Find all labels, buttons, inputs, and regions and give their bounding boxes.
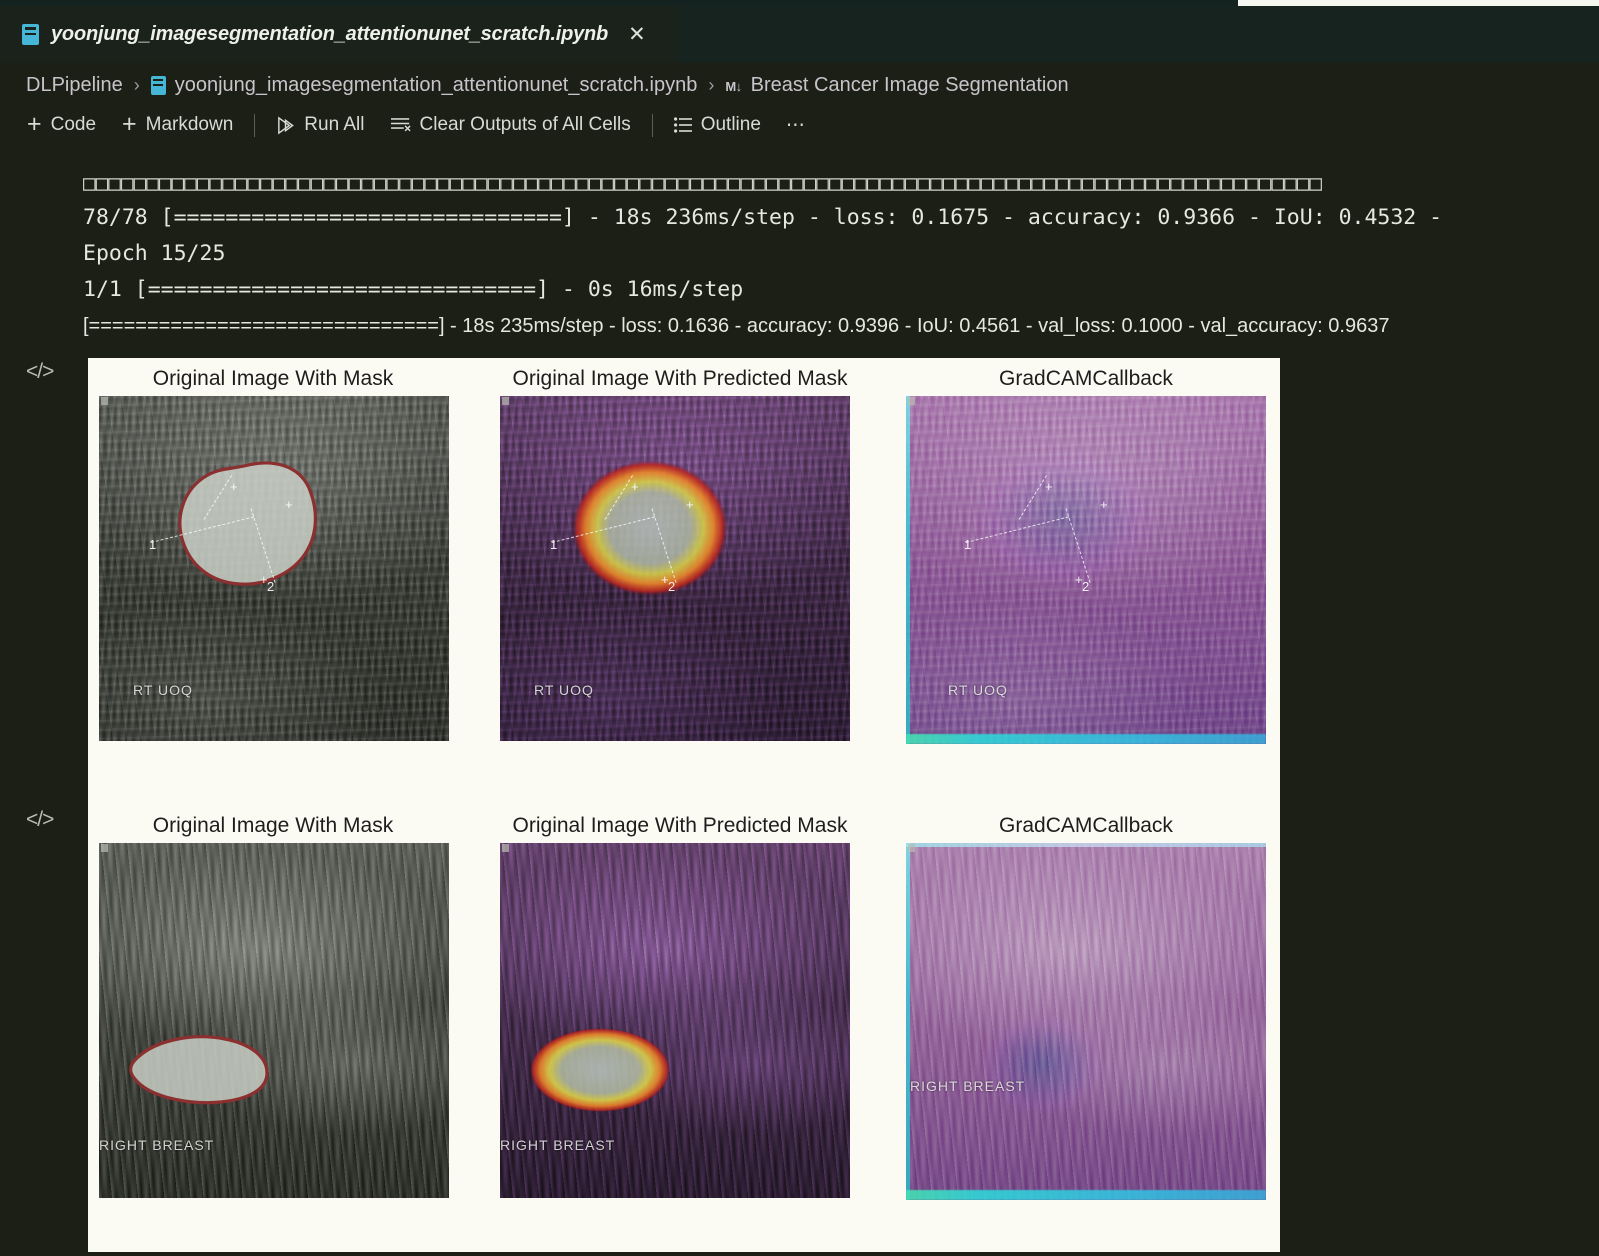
outline-button[interactable]: Outline bbox=[661, 108, 774, 142]
gradcam-left-edge bbox=[906, 843, 910, 1200]
caliper-label-1: 1 bbox=[964, 537, 972, 552]
outline-icon bbox=[673, 117, 692, 133]
breadcrumb: DLPipeline › yoonjung_imagesegmentation_… bbox=[0, 63, 1599, 108]
more-actions-button[interactable]: ⋯ bbox=[774, 114, 819, 137]
run-all-icon bbox=[278, 116, 295, 134]
image-original-with-mask: RIGHT BREAST bbox=[99, 843, 449, 1198]
cell-code-marker[interactable]: </> bbox=[26, 808, 54, 832]
caliper-cross-icon: + bbox=[686, 497, 694, 512]
panel-title-predicted-mask: Original Image With Predicted Mask bbox=[512, 814, 848, 837]
scanner-corner-marker bbox=[908, 844, 915, 852]
image-original-with-predicted-mask: RIGHT BREAST bbox=[500, 843, 850, 1198]
panel-title-predicted-mask: Original Image With Predicted Mask bbox=[512, 367, 848, 390]
image-gradcam: RIGHT BREAST bbox=[906, 843, 1266, 1200]
scanner-annotation-label: RIGHT BREAST bbox=[500, 1137, 616, 1153]
chevron-right-icon: › bbox=[133, 75, 140, 95]
figure-output: Original Image With Mask Original Image … bbox=[88, 805, 1280, 1252]
outline-label: Outline bbox=[700, 114, 761, 135]
gradcam-left-edge bbox=[906, 396, 910, 744]
add-code-cell-label: Code bbox=[50, 114, 97, 135]
tab-notebook-file[interactable]: yoonjung_imagesegmentation_attentionunet… bbox=[0, 6, 678, 63]
output-line-tofu: □□□□□□□□□□□□□□□□□□□□□□□□□□□□□□□□□□□□□□□□… bbox=[83, 171, 1323, 195]
cell-code-marker[interactable]: </> bbox=[26, 360, 54, 384]
add-markdown-cell-button[interactable]: + Markdown bbox=[109, 108, 246, 142]
scanner-annotation-label: RIGHT BREAST bbox=[99, 1137, 215, 1153]
plus-icon: + bbox=[122, 109, 137, 138]
toolbar-divider bbox=[651, 113, 653, 137]
caliper-cross-icon: + bbox=[1045, 479, 1053, 494]
clear-outputs-label: Clear Outputs of All Cells bbox=[419, 114, 631, 135]
panel-title-gradcam: GradCAMCallback bbox=[999, 367, 1173, 390]
scanner-annotation-label: RT UOQ bbox=[133, 682, 193, 698]
caliper-label-2: 2 bbox=[267, 579, 275, 594]
scanner-corner-marker bbox=[908, 397, 915, 405]
notebook-file-icon bbox=[22, 24, 39, 45]
gradcam-bottom-edge bbox=[906, 1190, 1266, 1200]
run-all-button[interactable]: Run All bbox=[263, 108, 377, 142]
editor-tab-bar: yoonjung_imagesegmentation_attentionunet… bbox=[0, 6, 1599, 63]
image-gradcam: + + + 1 2 RT UOQ bbox=[906, 396, 1266, 744]
output-line-epoch: Epoch 15/25 bbox=[83, 241, 226, 266]
notebook-file-icon bbox=[150, 76, 166, 95]
breadcrumb-item-root[interactable]: DLPipeline bbox=[26, 74, 123, 97]
notebook-body: □□□□□□□□□□□□□□□□□□□□□□□□□□□□□□□□□□□□□□□□… bbox=[0, 146, 1599, 1256]
output-line-validation: 1/1 [==============================] - 0… bbox=[83, 277, 744, 302]
caliper-label-2: 2 bbox=[668, 579, 676, 594]
toolbar-divider bbox=[254, 113, 256, 137]
caliper-cross-icon: + bbox=[285, 497, 293, 512]
output-line-progress: 78/78 [==============================] -… bbox=[83, 205, 1443, 230]
breadcrumb-item-file[interactable]: yoonjung_imagesegmentation_attentionunet… bbox=[175, 74, 698, 97]
add-markdown-cell-label: Markdown bbox=[145, 114, 234, 135]
clear-outputs-icon bbox=[390, 118, 411, 132]
close-icon[interactable]: ✕ bbox=[628, 24, 646, 45]
plus-icon: + bbox=[27, 109, 42, 138]
panel-title-gradcam: GradCAMCallback bbox=[999, 814, 1173, 837]
notebook-toolbar: + Code + Markdown Run All Clear Outputs … bbox=[0, 104, 1599, 146]
cell-output-text: □□□□□□□□□□□□□□□□□□□□□□□□□□□□□□□□□□□□□□□□… bbox=[83, 166, 1599, 344]
add-code-cell-button[interactable]: + Code bbox=[14, 108, 109, 142]
caliper-cross-icon: + bbox=[230, 479, 238, 494]
caliper-label-1: 1 bbox=[149, 537, 157, 552]
tab-label: yoonjung_imagesegmentation_attentionunet… bbox=[51, 23, 609, 45]
clear-outputs-button[interactable]: Clear Outputs of All Cells bbox=[378, 108, 644, 142]
panel-title-original-mask: Original Image With Mask bbox=[152, 367, 394, 390]
chevron-right-icon: › bbox=[708, 75, 715, 95]
caliper-label-2: 2 bbox=[1082, 579, 1090, 594]
caliper-cross-icon: + bbox=[1100, 497, 1108, 512]
scanner-annotation-label: RT UOQ bbox=[948, 682, 1008, 698]
gradcam-top-edge bbox=[906, 843, 1266, 847]
output-line-metrics: [==============================] - 18s 2… bbox=[83, 315, 1390, 337]
gradcam-bottom-edge bbox=[906, 734, 1266, 744]
run-all-label: Run All bbox=[304, 114, 365, 135]
markdown-icon: M↓ bbox=[725, 79, 742, 94]
caliper-label-1: 1 bbox=[550, 537, 558, 552]
scanner-annotation-label: RT UOQ bbox=[534, 682, 594, 698]
breadcrumb-item-section[interactable]: Breast Cancer Image Segmentation bbox=[751, 74, 1069, 97]
panel-title-original-mask: Original Image With Mask bbox=[152, 814, 394, 837]
image-original-with-mask: + + + 1 2 RT UOQ bbox=[99, 396, 449, 741]
image-original-with-predicted-mask: + + + 1 2 RT UOQ bbox=[500, 396, 850, 741]
caliper-cross-icon: + bbox=[631, 479, 639, 494]
scanner-annotation-label: RIGHT BREAST bbox=[910, 1078, 1026, 1094]
